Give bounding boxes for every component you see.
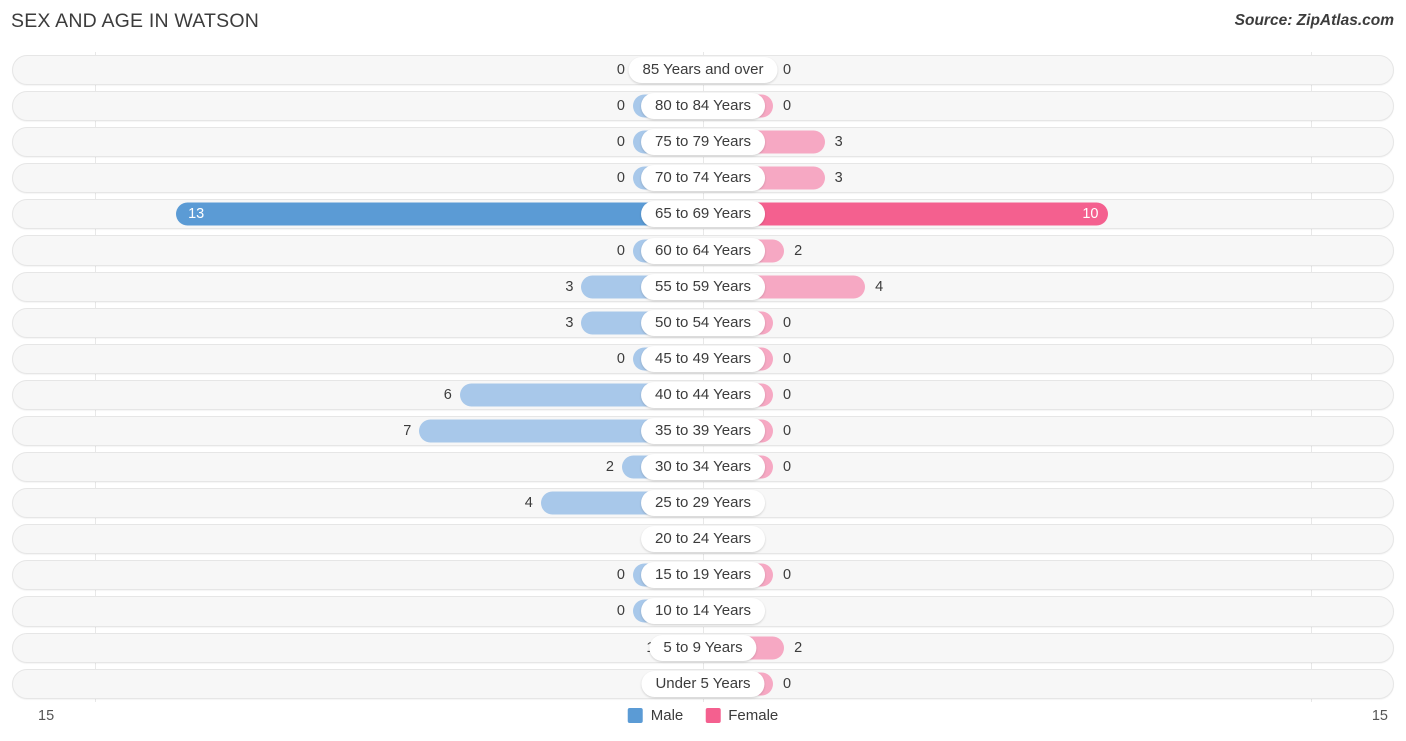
male-value-label: 0 (616, 567, 625, 584)
axis-label-right: 15 (1371, 708, 1388, 724)
age-group-label: 40 to 44 Years (641, 381, 765, 408)
male-value-label: 0 (616, 170, 625, 187)
female-value-label: 0 (783, 386, 792, 403)
legend-item-female[interactable]: Female (705, 707, 778, 724)
age-group-label: 75 to 79 Years (641, 129, 765, 156)
female-value-label: 0 (783, 567, 792, 584)
female-color-swatch (705, 708, 721, 723)
chart-row[interactable]: 13 10 65 to 69 Years (0, 196, 1406, 232)
chart-row[interactable]: 4125 to 29 Years (0, 485, 1406, 521)
chart-row[interactable]: 3 0 50 to 54 Years (0, 305, 1406, 341)
chart-row[interactable]: 1120 to 24 Years (0, 521, 1406, 557)
age-group-label: 35 to 39 Years (641, 417, 765, 444)
chart-row[interactable]: 0110 to 14 Years (0, 593, 1406, 629)
chart-row[interactable]: 0 0 80 to 84 Years (0, 88, 1406, 124)
male-value-label: 0 (616, 350, 625, 367)
male-value-label: 13 (188, 206, 205, 223)
chart-row[interactable]: 7 0 35 to 39 Years (0, 413, 1406, 449)
male-value-label: 0 (616, 134, 625, 151)
female-value-label: 0 (783, 314, 792, 331)
chart-row[interactable]: 0 0 85 Years and over (0, 52, 1406, 88)
age-group-label: 65 to 69 Years (641, 201, 765, 228)
chart-row[interactable]: 0 0 15 to 19 Years (0, 557, 1406, 593)
female-value-label: 3 (834, 170, 843, 187)
female-value-label: 0 (783, 350, 792, 367)
age-group-label: 45 to 49 Years (641, 345, 765, 372)
male-value-label: 0 (616, 603, 625, 620)
age-group-label: 80 to 84 Years (641, 93, 765, 120)
age-group-label: 25 to 29 Years (641, 490, 765, 517)
chart-row[interactable]: 2 0 30 to 34 Years (0, 449, 1406, 485)
age-group-label: 60 to 64 Years (641, 237, 765, 264)
chart-row[interactable]: 125 to 9 Years (0, 630, 1406, 666)
page-title: SEX AND AGE IN WATSON (11, 10, 259, 32)
age-group-label: 5 to 9 Years (649, 634, 757, 661)
chart-row[interactable]: 0 0 45 to 49 Years (0, 341, 1406, 377)
age-group-label: Under 5 Years (641, 670, 765, 697)
chart-legend: Male Female (627, 707, 778, 724)
age-group-label: 30 to 34 Years (641, 454, 765, 481)
chart-row[interactable]: 0 3 70 to 74 Years (0, 160, 1406, 196)
male-value-label: 0 (616, 242, 625, 259)
female-value-label: 0 (783, 422, 792, 439)
source-attribution: Source: ZipAtlas.com (1234, 12, 1394, 29)
chart-row[interactable]: 10Under 5 Years (0, 666, 1406, 702)
male-value-label: 0 (616, 62, 625, 79)
legend-item-male[interactable]: Male (627, 707, 684, 724)
legend-label-female: Female (728, 707, 779, 724)
age-group-label: 85 Years and over (628, 57, 778, 84)
chart-footer: 15 15 Male Female (0, 702, 1406, 741)
age-group-label: 55 to 59 Years (641, 273, 765, 300)
female-value-label: 2 (794, 639, 803, 656)
age-group-label: 20 to 24 Years (641, 526, 765, 553)
male-value-label: 3 (565, 314, 574, 331)
male-value-label: 0 (616, 98, 625, 115)
female-value-label: 3 (834, 134, 843, 151)
male-bar[interactable] (176, 202, 703, 226)
age-group-label: 70 to 74 Years (641, 165, 765, 192)
female-value-label: 10 (1082, 206, 1099, 223)
chart-row[interactable]: 6 0 40 to 44 Years (0, 377, 1406, 413)
male-value-label: 3 (565, 278, 574, 295)
axis-label-left: 15 (38, 708, 55, 724)
chart-row[interactable]: 0 3 75 to 79 Years (0, 124, 1406, 160)
age-group-label: 15 to 19 Years (641, 562, 765, 589)
female-value-label: 2 (794, 242, 803, 259)
female-value-label: 0 (783, 98, 792, 115)
chart-row[interactable]: 3 4 55 to 59 Years (0, 269, 1406, 305)
male-color-swatch (627, 708, 643, 723)
age-group-label: 10 to 14 Years (641, 598, 765, 625)
chart-row[interactable]: 0 2 60 to 64 Years (0, 232, 1406, 268)
male-value-label: 7 (403, 422, 412, 439)
male-value-label: 4 (524, 495, 533, 512)
chart-page: SEX AND AGE IN WATSON Source: ZipAtlas.c… (0, 0, 1406, 741)
female-value-label: 0 (783, 675, 792, 692)
population-pyramid-plot: 0 0 85 Years and over 0 0 80 to 84 Years 0 3 75 … (0, 52, 1406, 702)
female-value-label: 0 (783, 459, 792, 476)
male-value-label: 2 (605, 459, 614, 476)
legend-label-male: Male (650, 707, 684, 724)
chart-rows: 0 0 85 Years and over 0 0 80 to 84 Years 0 3 75 … (0, 52, 1406, 702)
female-value-label: 0 (783, 62, 792, 79)
female-value-label: 4 (875, 278, 884, 295)
age-group-label: 50 to 54 Years (641, 309, 765, 336)
male-value-label: 6 (443, 386, 452, 403)
